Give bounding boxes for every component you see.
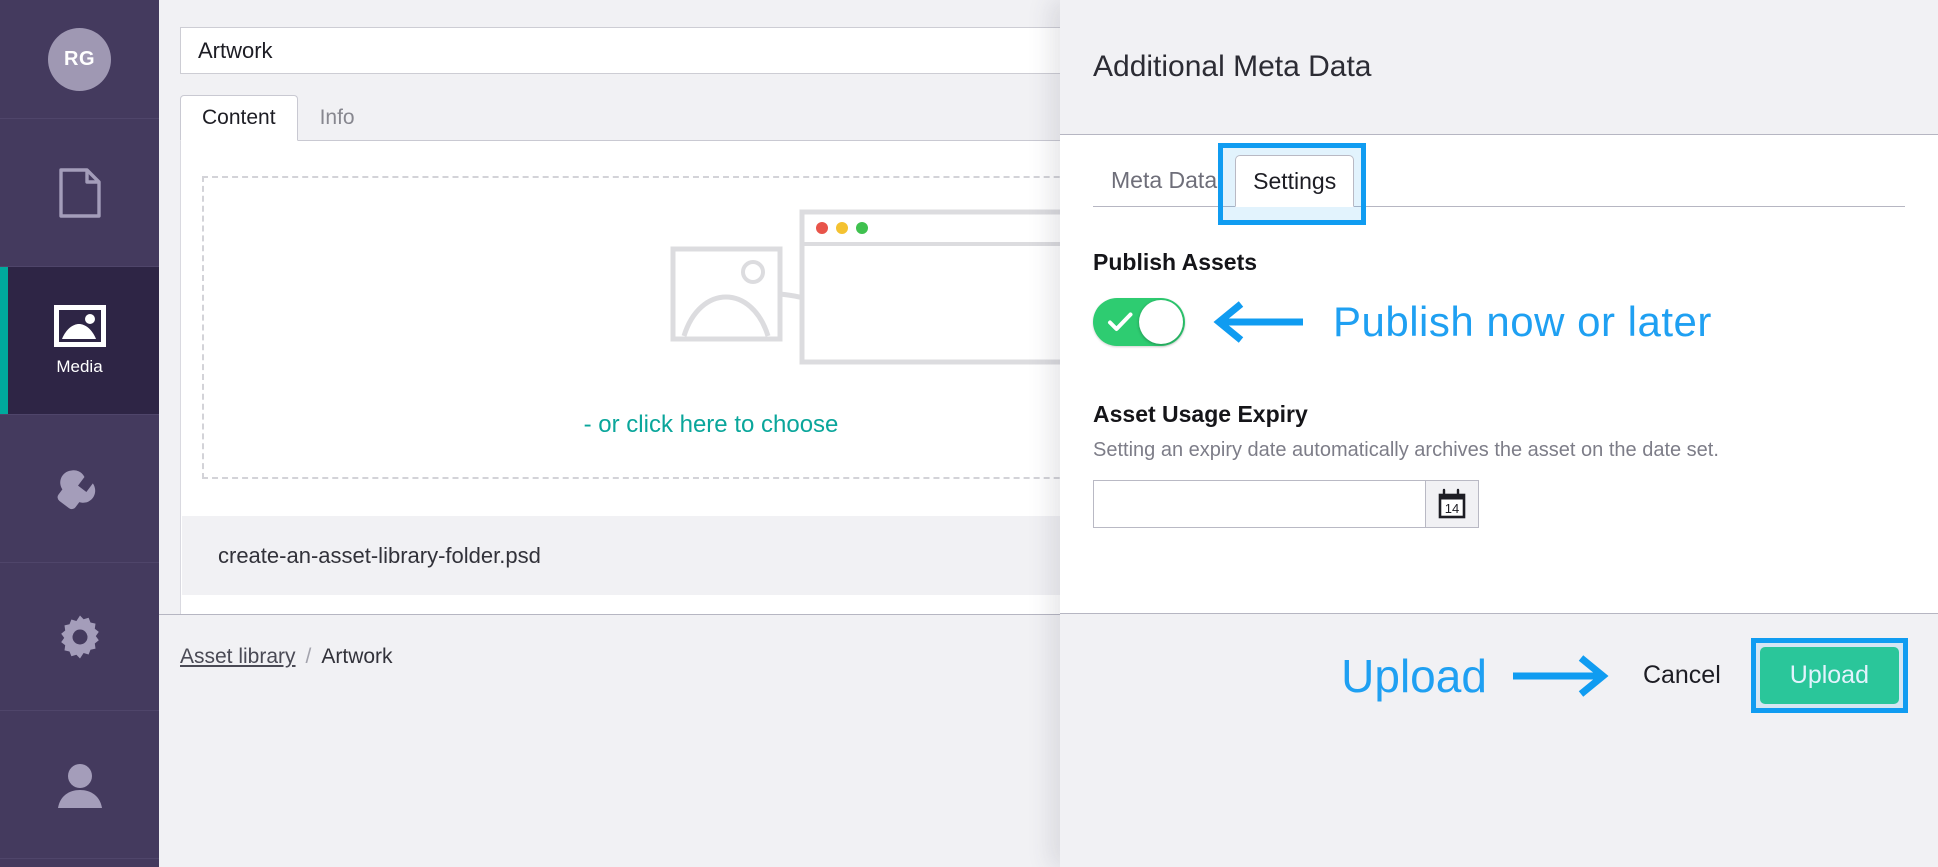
asset-usage-expiry-description: Setting an expiry date automatically arc… [1093,439,1719,461]
breadcrumb-separator: / [305,645,312,668]
browser-dot-yellow [836,222,848,234]
sidebar: RG Media [0,0,159,867]
meta-panel-footer-actions: Upload Cancel Upload [1341,638,1908,713]
left-arrow-icon [1213,301,1303,343]
media-image-icon [53,304,106,347]
annotation-publish-note: Publish now or later [1333,298,1712,345]
meta-panel-body: Meta Data Settings Publish Assets Publis… [1060,135,1938,613]
expiry-date-field: 14 [1093,480,1479,528]
publish-assets-section: Publish Assets Publish now or later [1093,249,1905,346]
cancel-button[interactable]: Cancel [1635,661,1729,690]
asset-usage-expiry-section: Asset Usage Expiry Setting an expiry dat… [1093,401,1905,528]
sidebar-item-settings[interactable] [0,563,159,711]
meta-panel-tabs: Meta Data Settings [1093,135,1905,225]
calendar-icon[interactable]: 14 [1425,481,1478,527]
uploaded-file-name: create-an-asset-library-folder.psd [218,542,541,568]
sidebar-avatar-cell[interactable]: RG [0,0,159,119]
tab-content[interactable]: Content [180,95,298,141]
meta-panel-header: Additional Meta Data [1060,0,1938,135]
additional-meta-data-panel: Additional Meta Data Meta Data Settings … [1060,0,1938,867]
wrench-icon [54,465,106,513]
toggle-knob [1139,300,1183,344]
sidebar-item-tools[interactable] [0,415,159,563]
sidebar-item-media[interactable]: Media [0,267,159,415]
asset-usage-expiry-label: Asset Usage Expiry [1093,401,1308,427]
annotation-upload-note: Upload [1341,649,1487,702]
gear-icon [55,612,105,662]
expiry-date-input[interactable] [1094,481,1425,527]
breadcrumb: Asset library / Artwork [180,645,393,669]
upload-button-wrapper: Upload [1750,638,1908,713]
publish-assets-label: Publish Assets [1093,249,1258,275]
document-icon [58,167,102,219]
browser-dot-green [856,222,868,234]
app-root: RG Media Artwork Content Info - or click… [0,0,1938,867]
upload-button[interactable]: Upload [1759,647,1899,704]
publish-assets-toggle[interactable] [1093,298,1185,346]
browser-dot-red [816,222,828,234]
calendar-glyph: 14 [1438,488,1466,519]
meta-panel-footer: Upload Cancel Upload [1060,613,1938,867]
meta-panel-title: Additional Meta Data [1093,50,1372,83]
svg-text:14: 14 [1445,501,1459,516]
publish-assets-row: Publish now or later [1093,298,1905,346]
check-icon [1108,312,1133,331]
breadcrumb-link-asset-library[interactable]: Asset library [180,645,296,669]
sidebar-item-profile[interactable] [0,711,159,859]
right-arrow-icon [1512,654,1609,697]
tab-settings[interactable]: Settings [1235,155,1355,207]
tab-meta-data[interactable]: Meta Data [1093,154,1235,206]
avatar[interactable]: RG [48,27,111,91]
tab-info[interactable]: Info [298,94,377,140]
sidebar-item-documents[interactable] [0,119,159,267]
sidebar-item-label-media: Media [56,356,103,376]
breadcrumb-current: Artwork [321,645,393,668]
user-icon [55,762,105,808]
